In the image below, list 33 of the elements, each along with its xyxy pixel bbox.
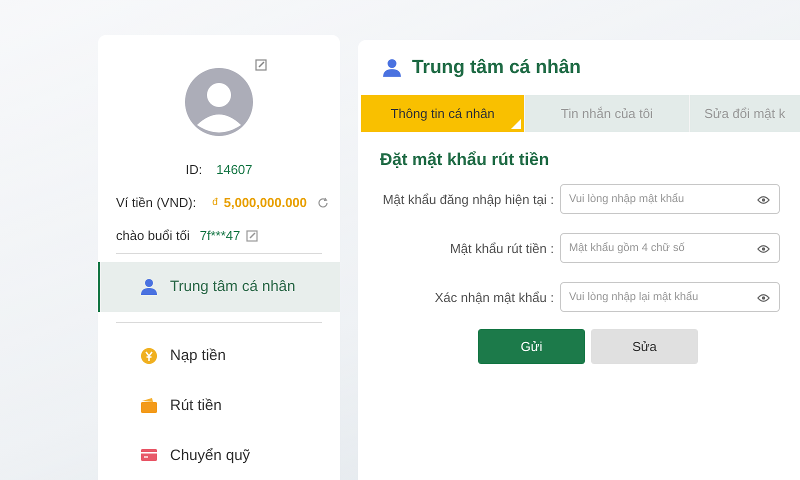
greeting-text: chào buổi tối xyxy=(116,228,190,243)
menu-item[interactable]: Nạp tiền xyxy=(98,330,340,380)
wallet-icon xyxy=(140,396,158,414)
edit-icon[interactable] xyxy=(255,59,267,71)
menu-item[interactable]: Chuyển quỹ xyxy=(98,430,340,480)
panel-title: Trung tâm cá nhân xyxy=(412,56,581,78)
field-label: Xác nhận mật khẩu : xyxy=(434,290,554,304)
tab[interactable]: Thông tin cá nhân xyxy=(361,95,526,132)
field-label: Mật khẩu đăng nhập hiện tại : xyxy=(382,192,554,206)
person-icon xyxy=(382,58,402,78)
edit-icon[interactable] xyxy=(246,230,258,242)
menu-item[interactable]: Rút tiền xyxy=(98,380,340,430)
currency-symbol: đ xyxy=(212,197,218,208)
password-field[interactable]: Vui lòng nhập mật khẩu xyxy=(560,184,780,214)
submit-button[interactable]: Gửi xyxy=(478,329,585,364)
eye-icon[interactable] xyxy=(757,195,770,205)
password-field[interactable]: Mật khẩu gồm 4 chữ số xyxy=(560,233,780,263)
wallet-balance: 5,000,000.000 xyxy=(224,195,307,210)
wallet-label: Ví tiền (VND): xyxy=(116,195,196,210)
form-title: Đặt mật khẩu rút tiền xyxy=(380,150,550,170)
avatar-icon xyxy=(185,68,253,136)
menu-item[interactable]: Trung tâm cá nhân xyxy=(98,262,340,312)
username: 7f***47 xyxy=(200,228,240,243)
eye-icon[interactable] xyxy=(757,244,770,254)
field-label: Mật khẩu rút tiền : xyxy=(450,240,554,256)
edit-button[interactable]: Sửa xyxy=(591,329,698,364)
person-icon xyxy=(140,278,158,296)
eye-icon[interactable] xyxy=(757,293,770,303)
coin-icon xyxy=(140,346,158,365)
password-field[interactable]: Vui lòng nhập lại mật khẩu xyxy=(560,282,780,312)
id-value: 14607 xyxy=(216,162,252,177)
id-label: ID: xyxy=(186,162,202,177)
refresh-icon[interactable] xyxy=(316,196,329,208)
